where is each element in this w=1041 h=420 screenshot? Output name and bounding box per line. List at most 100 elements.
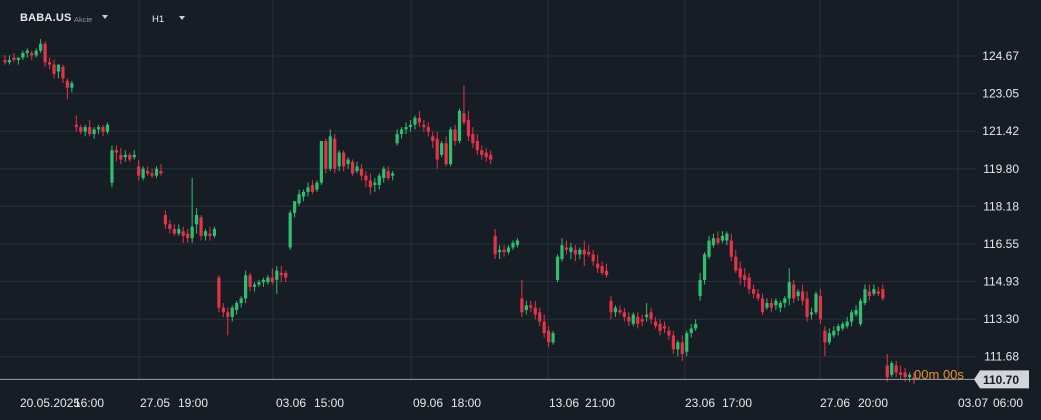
candle-body bbox=[199, 217, 203, 236]
time-axis[interactable]: 20.05.202516:00 27.05 19:00 03.06 15:00 09.06… bbox=[20, 396, 1023, 410]
candle-body bbox=[667, 330, 671, 336]
candle-body bbox=[725, 233, 729, 241]
candle-body bbox=[275, 270, 279, 280]
candle-body bbox=[480, 150, 484, 155]
candle-body bbox=[876, 291, 880, 294]
candle bbox=[43, 41, 47, 67]
candle-body bbox=[203, 231, 208, 236]
candle bbox=[555, 254, 560, 283]
candle bbox=[890, 360, 894, 378]
candle bbox=[190, 178, 194, 243]
candle bbox=[671, 330, 675, 354]
timeframe-dropdown-icon[interactable] bbox=[179, 16, 185, 20]
candle-body bbox=[618, 309, 622, 313]
candle bbox=[685, 330, 689, 357]
candle-body bbox=[30, 52, 34, 56]
candle bbox=[7, 55, 12, 65]
candle-body bbox=[734, 256, 738, 271]
candle bbox=[226, 307, 230, 336]
candles bbox=[3, 39, 916, 385]
candle bbox=[132, 150, 136, 160]
candle-body bbox=[792, 284, 796, 299]
symbol-name[interactable]: BABA.US bbox=[20, 12, 72, 24]
candle-body bbox=[555, 256, 560, 280]
candle-body bbox=[399, 129, 404, 135]
candle-body bbox=[841, 323, 845, 329]
candle bbox=[297, 189, 301, 206]
candle-body bbox=[39, 43, 43, 51]
candle bbox=[266, 275, 270, 285]
y-tick-label: 123.05 bbox=[982, 87, 1019, 101]
candle-body bbox=[662, 326, 667, 329]
price-axis[interactable]: 124.67 123.05 121.42 119.80 118.18 116.55 114.… bbox=[982, 49, 1019, 384]
candle-body bbox=[832, 330, 836, 336]
candle bbox=[711, 233, 716, 248]
candle-body bbox=[413, 117, 417, 125]
candle bbox=[364, 171, 368, 188]
candle bbox=[373, 178, 377, 192]
symbol-dropdown-icon[interactable] bbox=[102, 15, 108, 19]
candle-body bbox=[707, 240, 711, 257]
candle bbox=[484, 147, 488, 162]
candle-body bbox=[872, 289, 876, 294]
candle-body bbox=[217, 277, 221, 308]
candle bbox=[658, 319, 662, 336]
candle bbox=[252, 282, 257, 292]
candle-body bbox=[524, 305, 528, 310]
candle-body bbox=[582, 249, 586, 255]
candle-body bbox=[609, 300, 613, 313]
chart-toolbar: BABA.US Akcie H1 bbox=[0, 0, 1041, 36]
candle-body bbox=[440, 143, 444, 155]
candle-body bbox=[836, 326, 840, 331]
candle-body bbox=[547, 330, 551, 343]
candle-body bbox=[47, 62, 52, 65]
candle bbox=[279, 265, 283, 283]
candle-body bbox=[729, 240, 733, 257]
countdown-minutes: 00 bbox=[914, 367, 929, 382]
candle bbox=[618, 305, 622, 315]
candle bbox=[399, 127, 404, 139]
candle-body bbox=[809, 312, 814, 315]
candle bbox=[382, 166, 386, 183]
candle bbox=[809, 307, 814, 320]
candle bbox=[796, 289, 800, 301]
timeframe-selector[interactable]: H1 bbox=[152, 14, 164, 25]
candle bbox=[181, 226, 185, 243]
candle-body bbox=[270, 277, 274, 283]
candle bbox=[520, 279, 524, 317]
candle bbox=[324, 138, 328, 174]
candle bbox=[547, 326, 551, 348]
candle bbox=[88, 120, 92, 137]
candle bbox=[578, 247, 582, 260]
x-tick-date: 27.05 bbox=[140, 396, 170, 410]
candle bbox=[694, 319, 698, 331]
candle bbox=[306, 182, 310, 197]
candle bbox=[79, 124, 83, 135]
candlestick-chart[interactable]: 124.67 123.05 121.42 119.80 118.18 116.55 114.… bbox=[0, 0, 1041, 420]
candle-body bbox=[181, 231, 185, 236]
candle-body bbox=[159, 171, 163, 174]
candle-body bbox=[373, 182, 377, 185]
candle bbox=[827, 328, 831, 345]
candle-body bbox=[867, 291, 872, 297]
candle bbox=[346, 157, 350, 169]
candle-body bbox=[502, 249, 506, 253]
candle bbox=[235, 300, 239, 315]
candle bbox=[444, 136, 448, 167]
candle-body bbox=[863, 289, 867, 304]
price-chart[interactable]: 124.67 123.05 121.42 119.80 118.18 116.55 114.… bbox=[0, 0, 1041, 420]
candle bbox=[502, 245, 506, 257]
candle-body bbox=[266, 277, 270, 283]
candle bbox=[702, 252, 707, 285]
candle-body bbox=[150, 173, 154, 176]
candle-body bbox=[796, 291, 800, 297]
candle bbox=[101, 124, 105, 137]
candle bbox=[61, 64, 65, 84]
candle bbox=[435, 131, 439, 169]
candle bbox=[885, 353, 889, 382]
candle-body bbox=[858, 300, 863, 324]
candle bbox=[689, 323, 693, 338]
candle bbox=[529, 300, 533, 313]
candle bbox=[21, 50, 25, 60]
candle-body bbox=[511, 242, 515, 248]
